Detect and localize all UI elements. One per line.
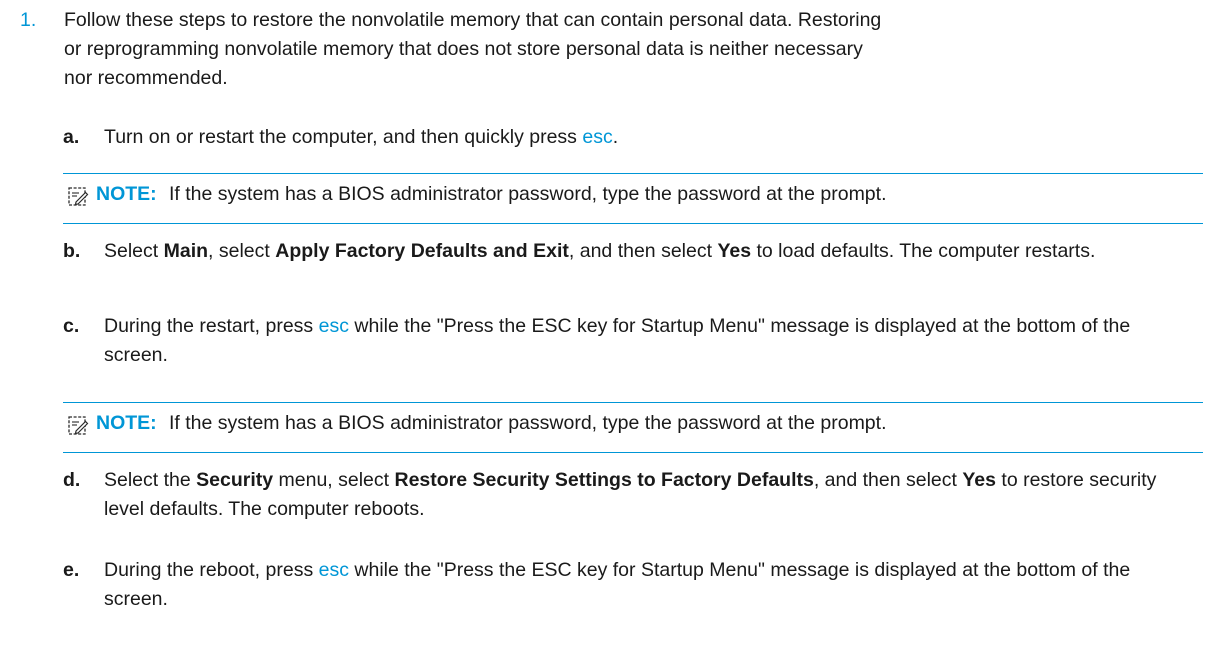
note-box: NOTE: If the system has a BIOS administr… — [63, 402, 1203, 453]
key-esc: esc — [582, 126, 613, 148]
text-run: Turn on or restart the computer, and the… — [104, 126, 583, 148]
note-pencil-icon — [68, 187, 89, 206]
substep-text: Select Main, select Apply Factory Defaul… — [104, 237, 1164, 266]
substep-letter: d. — [63, 469, 81, 491]
menu-security: Security — [196, 469, 274, 491]
note-text: If the system has a BIOS administrator p… — [169, 412, 887, 434]
text-run: menu, select — [273, 469, 395, 491]
step-number: 1. — [20, 9, 37, 31]
step-text: Follow these steps to restore the nonvol… — [64, 9, 882, 89]
substep-letter: b. — [63, 240, 81, 262]
option-yes: Yes — [962, 469, 996, 491]
text-run: , select — [208, 240, 276, 262]
option-yes: Yes — [717, 240, 752, 262]
key-esc: esc — [318, 559, 349, 581]
substep-text: Turn on or restart the computer, and the… — [104, 123, 1184, 152]
document-page: 1. Follow these steps to restore the non… — [0, 0, 1225, 646]
text-run: , and then select — [813, 469, 963, 491]
substep-letter: c. — [63, 315, 80, 337]
key-esc: esc — [318, 315, 349, 337]
substep-text: Select the Security menu, select Restore… — [104, 466, 1184, 524]
substep-letter: e. — [63, 559, 80, 581]
substep-letter: a. — [63, 126, 80, 148]
text-run: Select — [104, 240, 164, 262]
substep-text: During the restart, press esc while the … — [104, 312, 1184, 370]
substep-text: During the reboot, press esc while the "… — [104, 556, 1184, 614]
text-run: Select the — [104, 469, 197, 491]
note-pencil-icon — [68, 416, 89, 435]
menu-main: Main — [163, 240, 209, 262]
text-run: During the restart, press — [104, 315, 319, 337]
text-run: to load defaults. The computer restarts. — [751, 240, 1096, 262]
text-run: During the reboot, press — [104, 559, 319, 581]
note-text: If the system has a BIOS administrator p… — [169, 183, 887, 205]
note-label: NOTE: — [96, 183, 157, 205]
note-box: NOTE: If the system has a BIOS administr… — [63, 173, 1203, 224]
option-apply-factory-defaults: Apply Factory Defaults and Exit — [275, 240, 569, 262]
text-run: . — [612, 126, 619, 148]
note-label: NOTE: — [96, 412, 157, 434]
option-restore-security-defaults: Restore Security Settings to Factory Def… — [394, 469, 814, 491]
text-run: , and then select — [568, 240, 718, 262]
